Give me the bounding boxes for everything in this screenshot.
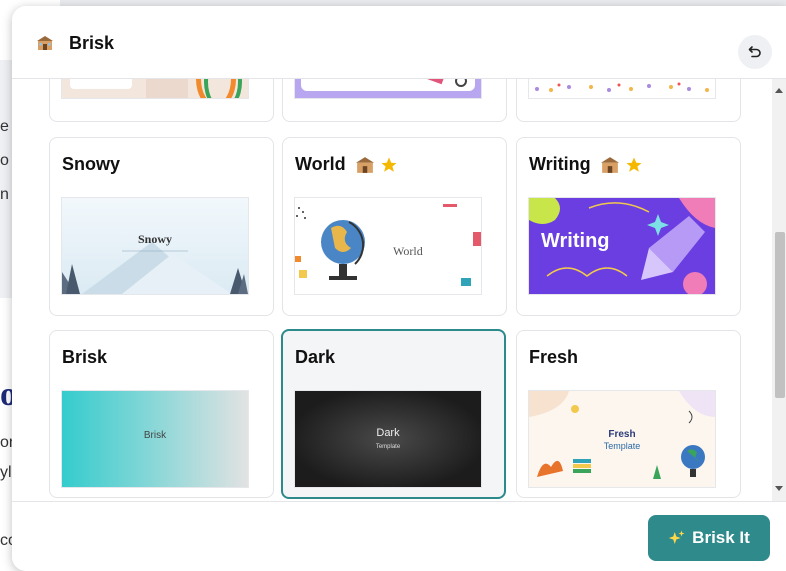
thumbnail-text: Brisk — [143, 430, 167, 441]
thumbnail-text: World — [393, 244, 423, 258]
template-card-writing[interactable]: Writing Writing — [516, 137, 741, 316]
star-icon — [381, 157, 397, 172]
brisk-panel: Brisk Snowy Snowy World World Writing Wr… — [12, 6, 786, 571]
background-text: o — [0, 152, 9, 169]
template-card-snowy[interactable]: Snowy Snowy — [49, 137, 274, 316]
thumbnail-text: Fresh — [608, 429, 636, 440]
star-icon — [626, 157, 642, 172]
scroll-up-arrow[interactable] — [775, 88, 783, 93]
template-card[interactable] — [49, 78, 274, 122]
template-thumbnail: Writing — [529, 198, 715, 294]
template-name: Dark — [295, 347, 336, 367]
template-thumbnail — [529, 78, 715, 98]
panel-title: Brisk — [69, 33, 115, 53]
template-card-brisk[interactable]: Brisk Brisk — [49, 330, 274, 498]
thumbnail-subtext: Template — [375, 444, 401, 450]
template-grid[interactable]: Snowy Snowy World World Writing Writing … — [12, 78, 772, 501]
template-card-dark[interactable]: Dark Dark Template — [281, 329, 506, 499]
brisk-it-label: Brisk It — [692, 528, 750, 547]
thumbnail-subtext: Template — [603, 441, 641, 451]
template-thumbnail: Dark Template — [295, 391, 481, 487]
background-text: e — [0, 118, 9, 135]
template-thumbnail: Snowy — [62, 198, 248, 294]
scroll-down-arrow[interactable] — [775, 486, 783, 491]
template-thumbnail: Fresh Template — [529, 391, 715, 487]
template-thumbnail — [295, 78, 481, 98]
template-card-world[interactable]: World World — [282, 137, 507, 316]
template-name: World — [295, 154, 398, 175]
scrollbar-thumb[interactable] — [775, 232, 785, 398]
template-thumbnail — [62, 78, 248, 98]
scrollbar[interactable] — [772, 78, 786, 501]
panel-header: Brisk — [12, 6, 786, 79]
undo-icon — [748, 46, 761, 58]
schoolhouse-icon — [600, 156, 619, 173]
schoolhouse-icon — [355, 156, 374, 173]
template-card[interactable] — [516, 78, 741, 122]
schoolhouse-icon — [37, 36, 53, 50]
template-name: Writing — [529, 154, 643, 175]
template-name: Brisk — [62, 347, 108, 367]
background-text: n — [0, 186, 9, 203]
background-text: yl — [0, 464, 12, 481]
template-thumbnail: Brisk — [62, 391, 248, 487]
back-button[interactable] — [738, 35, 772, 69]
thumbnail-text: Snowy — [137, 232, 172, 246]
template-thumbnail: World — [295, 198, 481, 294]
template-card-fresh[interactable]: Fresh Fresh Template — [516, 330, 741, 498]
thumbnail-text: Dark — [376, 427, 400, 439]
thumbnail-text: Writing — [541, 230, 610, 252]
panel-footer: Brisk It — [12, 501, 786, 571]
brisk-it-button[interactable]: Brisk It — [648, 515, 770, 561]
sparkles-icon — [668, 530, 685, 544]
template-name: Snowy — [62, 154, 121, 174]
template-card[interactable] — [282, 78, 507, 122]
template-name: Fresh — [529, 347, 579, 367]
